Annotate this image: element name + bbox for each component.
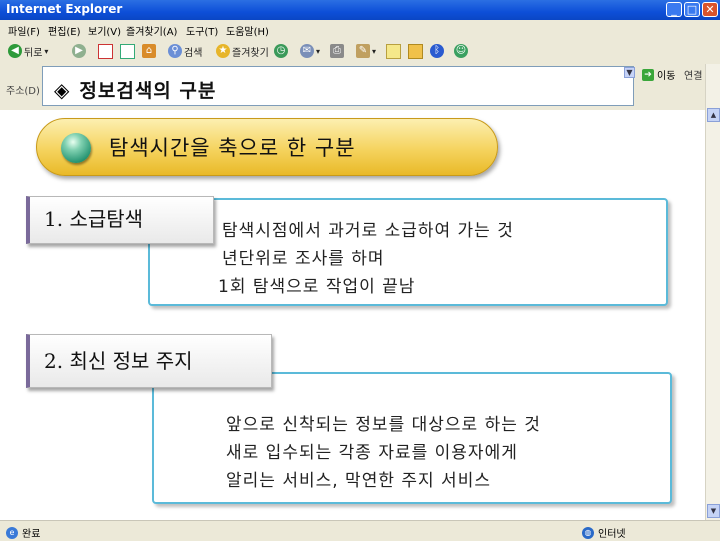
stop-button[interactable] — [98, 43, 113, 59]
back-button[interactable]: ◀ 뒤로 ▾ — [8, 43, 48, 59]
mail-dropdown-icon[interactable]: ▾ — [316, 47, 320, 56]
bluetooth-button[interactable]: ᛒ — [430, 43, 444, 59]
page-title: 정보검색의 구분 — [79, 80, 217, 102]
status-bar: e 완료 ◍ 인터넷 — [0, 520, 720, 541]
section-1-label: 1. 소급탐색 — [26, 196, 214, 244]
refresh-button[interactable] — [120, 43, 135, 59]
diamond-bullet-icon: ◈ — [54, 77, 70, 102]
status-text: 완료 — [22, 529, 41, 540]
print-icon: ⎙ — [330, 44, 344, 58]
messenger-button[interactable]: ☺ — [454, 43, 468, 59]
note-button[interactable] — [386, 43, 401, 59]
note-icon — [386, 43, 401, 59]
links-label[interactable]: 연결 — [684, 67, 702, 82]
section-2-line-1: 앞으로 신착되는 정보를 대상으로 하는 것 — [226, 415, 541, 435]
favorites-icon: ★ — [216, 44, 230, 58]
slide-heading: ◈ 정보검색의 구분 — [54, 76, 216, 103]
home-icon: ⌂ — [142, 44, 156, 58]
search-icon: ⚲ — [168, 44, 182, 58]
title-bar: Internet Explorer _ □ ✕ — [0, 0, 720, 20]
section-2-box: 앞으로 신착되는 정보를 대상으로 하는 것 새로 입수되는 각종 자료를 이용… — [152, 372, 672, 504]
folder-icon — [408, 43, 423, 59]
back-dropdown-icon[interactable]: ▾ — [44, 47, 48, 56]
maximize-button[interactable]: □ — [684, 2, 700, 17]
menu-view[interactable]: 보기(V) — [88, 23, 121, 38]
scroll-down-icon[interactable]: ▼ — [707, 504, 720, 518]
stop-icon — [98, 43, 113, 59]
green-orb-icon — [61, 133, 91, 163]
vertical-scrollbar[interactable]: ▲ ▼ — [705, 64, 720, 520]
bluetooth-icon: ᛒ — [430, 44, 444, 58]
history-icon: ◷ — [274, 44, 288, 58]
section-2-line-3: 알리는 서비스, 막연한 주지 서비스 — [226, 471, 491, 491]
back-icon: ◀ — [8, 44, 22, 58]
go-arrow-icon: ➔ — [642, 68, 654, 81]
address-dropdown-icon[interactable]: ▼ — [624, 67, 635, 78]
banner: 탐색시간을 축으로 한 구분 — [36, 118, 498, 176]
menu-tools[interactable]: 도구(T) — [186, 23, 218, 38]
edit-button[interactable]: ✎ ▾ — [356, 43, 376, 59]
back-label: 뒤로 — [24, 47, 43, 59]
section-1-line-3: 1회 탐색으로 작업이 끝남 — [218, 277, 416, 297]
mail-button[interactable]: ✉ ▾ — [300, 43, 320, 59]
refresh-icon — [120, 43, 135, 59]
edit-dropdown-icon[interactable]: ▾ — [372, 47, 376, 56]
scroll-up-icon[interactable]: ▲ — [707, 108, 720, 122]
search-label: 검색 — [184, 47, 203, 59]
go-button[interactable]: ➔ 이동 — [642, 67, 675, 82]
favorites-label: 즐겨찾기 — [232, 47, 269, 59]
address-label: 주소(D) — [6, 86, 40, 97]
menu-bar: 파일(F) 편집(E) 보기(V) 즐겨찾기(A) 도구(T) 도움말(H) — [0, 20, 720, 38]
forward-icon: ▶ — [72, 44, 86, 58]
forward-button[interactable]: ▶ — [72, 43, 86, 59]
edit-icon: ✎ — [356, 44, 370, 58]
go-label: 이동 — [657, 71, 676, 82]
banner-text: 탐색시간을 축으로 한 구분 — [109, 136, 356, 160]
menu-help[interactable]: 도움말(H) — [226, 23, 269, 38]
section-2-line-2: 새로 입수되는 각종 자료를 이용자에게 — [226, 443, 518, 463]
folder-button[interactable] — [408, 43, 423, 59]
zone-text: 인터넷 — [598, 529, 626, 540]
status-right: ◍ 인터넷 — [582, 525, 626, 540]
menu-file[interactable]: 파일(F) — [8, 23, 40, 38]
internet-zone-icon: ◍ — [582, 526, 594, 539]
section-1-box: 탐색시점에서 과거로 소급하여 가는 것 년단위로 조사를 하며 1회 탐색으로… — [148, 198, 668, 306]
mail-icon: ✉ — [300, 44, 314, 58]
section-1-line-2: 년단위로 조사를 하며 — [222, 249, 385, 269]
toolbar: ◀ 뒤로 ▾ ▶ ⌂ ⚲ 검색 ★ 즐겨찾기 ◷ ✉ ▾ ⎙ ✎ ▾ ᛒ ☺ — [0, 38, 720, 65]
status-left: e 완료 — [6, 525, 40, 540]
window-title: Internet Explorer — [6, 2, 123, 16]
menu-edit[interactable]: 편집(E) — [48, 23, 81, 38]
menu-favorites[interactable]: 즐겨찾기(A) — [126, 23, 177, 38]
search-button[interactable]: ⚲ 검색 — [168, 43, 202, 59]
history-button[interactable]: ◷ — [274, 43, 288, 59]
page-icon: e — [6, 526, 18, 539]
minimize-button[interactable]: _ — [666, 2, 682, 17]
section-2-label: 2. 최신 정보 주지 — [26, 334, 272, 388]
close-button[interactable]: ✕ — [702, 2, 718, 17]
home-button[interactable]: ⌂ — [142, 43, 156, 59]
print-button[interactable]: ⎙ — [330, 43, 344, 59]
section-1-line-1: 탐색시점에서 과거로 소급하여 가는 것 — [222, 221, 514, 241]
favorites-button[interactable]: ★ 즐겨찾기 — [216, 43, 269, 59]
messenger-icon: ☺ — [454, 44, 468, 58]
